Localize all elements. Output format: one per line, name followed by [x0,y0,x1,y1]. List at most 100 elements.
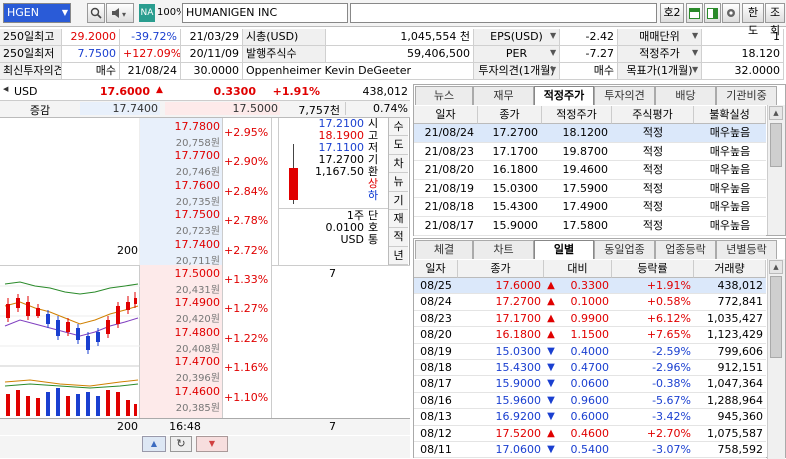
valuation-scrollbar[interactable]: ▲ [767,105,785,235]
date-cell: 08/16 [414,393,458,410]
ask-price[interactable]: 17.7700 [144,149,221,162]
rate-cell: -3.42% [612,409,694,426]
chevron-down-icon[interactable]: ▼ [550,65,556,74]
up-arrow-icon: ▲ [544,294,558,311]
scroll-up-icon[interactable]: ▲ [769,106,783,120]
close-cell: 17.2700 [458,294,544,311]
ask-price[interactable]: 17.7400 [144,238,221,251]
ask-won: 20,746원 [175,167,220,179]
bid-price[interactable]: 17.4900 [144,296,221,309]
tab-2[interactable]: 적정주가 [534,86,594,105]
tab-1[interactable]: 재무 [473,86,534,105]
candles [6,292,137,354]
summary-ratio: 0.74% [345,102,408,115]
ask-price[interactable]: 17.7800 [144,120,221,133]
tab-1[interactable]: 차트 [473,240,534,259]
chevron-down-icon[interactable]: ▼ [550,31,556,40]
triangle-icon: ◀ [3,85,9,93]
volume-cell: 772,841 [694,294,766,311]
vertical-tab[interactable]: 도 [389,136,408,155]
tab-5[interactable]: 기관비중 [716,86,777,105]
tab-4[interactable]: 업종등락 [655,240,716,259]
speaker-icon[interactable]: ▾ [106,3,134,23]
tab-0[interactable]: 뉴스 [415,86,473,105]
info-label4: 매매단위 [618,29,702,46]
scroll-thumb[interactable] [770,276,782,358]
scroll-thumb[interactable] [770,123,782,167]
summary-value: 17.1100 [318,142,365,154]
info-rate: +127.09% [120,46,181,63]
bid-price[interactable]: 17.4600 [144,385,221,398]
unit-label: 통 [367,234,379,246]
query-button[interactable]: 조회 [765,3,785,37]
ask-won: 20,723원 [175,226,220,238]
ask-price[interactable]: 17.7600 [144,179,221,192]
date-cell: 08/17 [414,376,458,393]
zoom-percent: 100% [157,7,181,18]
search-icon[interactable] [87,3,105,23]
change-cell: 0.9900 [558,311,612,328]
summary-label: 기 [367,154,379,166]
chevron-down-icon[interactable]: ▼ [692,65,698,74]
order-book-footer: 200 16:48 7 [0,418,410,435]
daily-scrollbar[interactable]: ▲ [767,259,785,459]
volume: 438,012 [362,85,409,98]
date-cell: 08/25 [414,278,458,295]
chevron-down-icon[interactable]: ▼ [62,4,68,22]
ask-price[interactable]: 17.7500 [144,208,221,221]
ask-rate: +2.72% [224,243,268,257]
stock-name-field[interactable]: HUMANIGEN INC [182,3,348,23]
chevron-down-icon[interactable]: ▼ [692,48,698,57]
chevron-down-icon[interactable]: ▼ [550,48,556,57]
bid-price[interactable]: 17.4800 [144,326,221,339]
scroll-down-button[interactable]: ▼ [196,436,228,452]
info-label2: Oppenheimer Kevin DeGeeter [243,63,474,80]
window-icon[interactable] [686,3,703,23]
stock-code-input[interactable]: HGEN ▼ [3,3,71,23]
up-arrow-icon: ▲ [544,327,558,344]
table-cell: 17.5900 [542,180,612,199]
vertical-tab[interactable]: 기 [389,192,408,210]
vertical-tab[interactable]: 적 [389,228,408,247]
column-header: 대비 [544,260,612,278]
vertical-tab[interactable]: 차 [389,155,408,174]
summary-value: 1,167.50 [315,166,364,178]
table-cell: 21/08/17 [414,217,478,236]
column-header: 불확실성 [694,106,766,124]
change-cell: 0.4000 [558,344,612,360]
volume-cell: 1,075,587 [694,426,766,442]
close-cell: 15.4300 [458,360,544,377]
ho-button[interactable]: 호2 [660,3,684,23]
table-cell: 적정 [612,198,694,217]
down-arrow-icon: ▼ [544,409,558,426]
vertical-tab[interactable]: 뉴 [389,173,408,192]
gear-icon[interactable] [722,3,740,23]
change-cell: 1.1500 [558,327,612,344]
tab-0[interactable]: 체결 [415,240,473,259]
tab-3[interactable]: 동일업종 [594,240,655,259]
bid-won: 20,396원 [175,373,220,385]
message-field[interactable] [350,3,657,23]
vertical-tab[interactable]: 수 [389,118,408,137]
vertical-tab[interactable]: 재 [389,210,408,229]
bid-price[interactable]: 17.5000 [144,267,221,280]
bottom-controls: ▲ ↻ ▼ [0,436,410,458]
table-cell: 21/08/23 [414,143,478,162]
layout-icon[interactable] [704,3,721,23]
bid-price[interactable]: 17.4700 [144,355,221,368]
limit-button[interactable]: 한도 [742,3,764,37]
total-ask-qty: 200 [117,420,138,433]
tab-3[interactable]: 투자의견 [594,86,655,105]
refresh-icon[interactable]: ↻ [170,436,192,452]
bid-won: 20,408원 [175,343,220,355]
tab-4[interactable]: 배당 [655,86,716,105]
scroll-up-icon[interactable]: ▲ [769,260,783,274]
down-arrow-icon: ▼ [544,442,558,459]
vertical-tab[interactable]: 년 [389,247,408,265]
tab-5[interactable]: 년별등락 [716,240,777,259]
chevron-down-icon[interactable]: ▼ [692,31,698,40]
tab-2[interactable]: 일별 [534,240,594,259]
scroll-up-button[interactable]: ▲ [142,436,166,452]
table-cell: 적정 [612,217,694,236]
total-bid-qty: 7 [329,420,336,433]
